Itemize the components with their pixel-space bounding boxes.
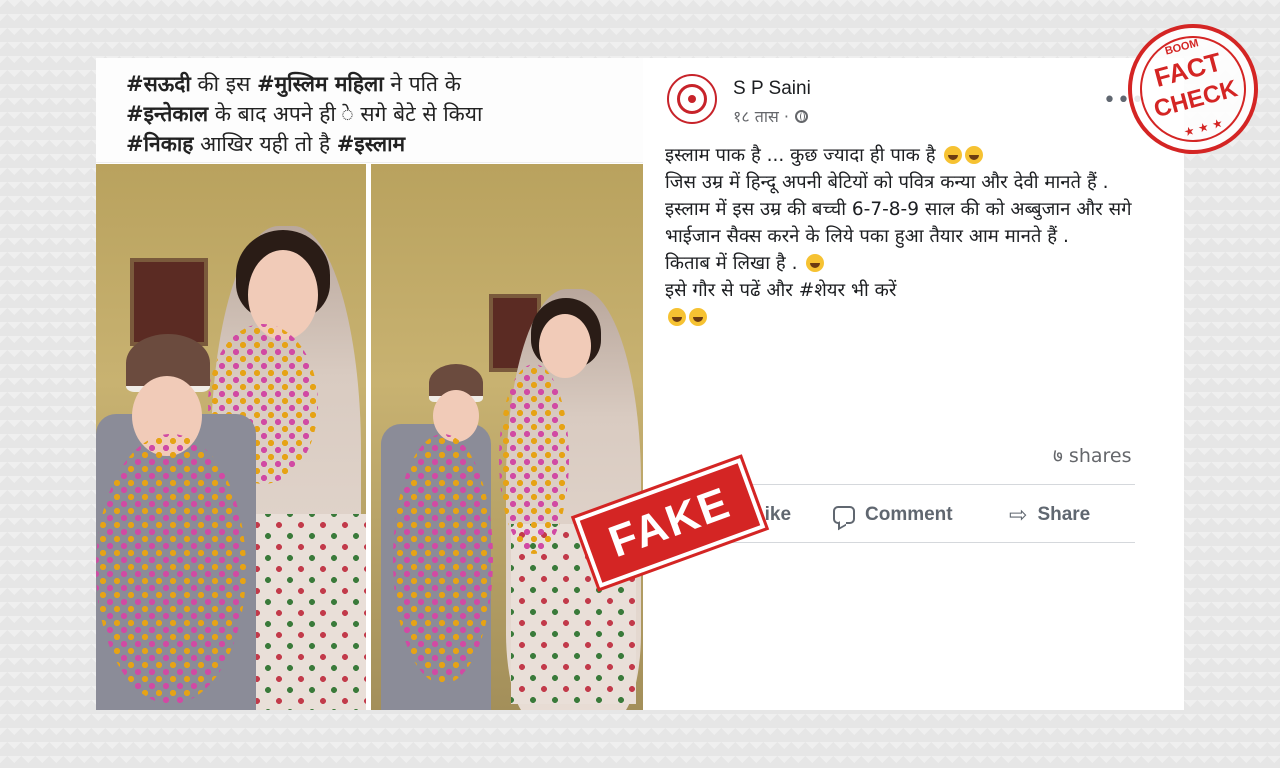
laughing-emoji-icon [944, 146, 963, 164]
divider [665, 542, 1135, 543]
screenshot-card: #सऊदी की इस #मुस्लिम महिला ने पति के #इन… [96, 58, 1184, 710]
laughing-emoji-icon [965, 146, 984, 164]
laughing-emoji-icon [668, 308, 686, 326]
globe-icon [794, 110, 808, 123]
post-line: जिस उम्र में हिन्दू अपनी बेटियों को पवित… [665, 172, 1109, 193]
share-label: Share [1037, 504, 1091, 525]
post-line [665, 304, 1165, 331]
post-line: इस्लाम पाक है ... कुछ ज्यादा ही पाक है [665, 142, 1165, 169]
share-arrow-icon: ⇨ [1009, 502, 1028, 527]
comment-icon [833, 506, 855, 524]
image-panel: #सऊदी की इस #मुस्लिम महिला ने पति के #इन… [96, 58, 643, 710]
shares-count[interactable]: ७ shares [1053, 442, 1132, 468]
caption-line-2: #इन्तेकाल के बाद अपने ही े सगे बेटे से क… [126, 102, 483, 126]
facebook-post: S P Saini १८ तास · ••• इस्लाम पाक है ...… [643, 58, 1184, 710]
caption-line-3: #निकाह आखिर यही तो है #इस्लाम [126, 132, 406, 156]
thinking-emoji-icon [806, 254, 825, 272]
image-caption: #सऊदी की इस #मुस्लिम महिला ने पति के #इन… [96, 58, 643, 163]
avatar[interactable] [667, 74, 717, 124]
post-text: इस्लाम पाक है ... कुछ ज्यादा ही पाक है ज… [665, 142, 1165, 331]
share-button[interactable]: ⇨ Share [1009, 500, 1090, 530]
author-name[interactable]: S P Saini [733, 78, 811, 100]
post-timestamp[interactable]: १८ तास · [733, 105, 808, 127]
photo-left [96, 164, 366, 710]
photo-right [371, 164, 643, 710]
comment-button[interactable]: Comment [833, 500, 953, 530]
post-line: इसे गौर से पढें और #शेयर भी करें [665, 280, 897, 301]
post-line: किताब में लिखा है . [665, 250, 1165, 277]
comment-label: Comment [865, 504, 953, 525]
caption-line-1: #सऊदी की इस #मुस्लिम महिला ने पति के [126, 72, 461, 96]
post-line: इस्लाम में इस उम्र की बच्ची 6-7-8-9 साल … [665, 199, 1132, 247]
laughing-emoji-icon [689, 308, 707, 326]
